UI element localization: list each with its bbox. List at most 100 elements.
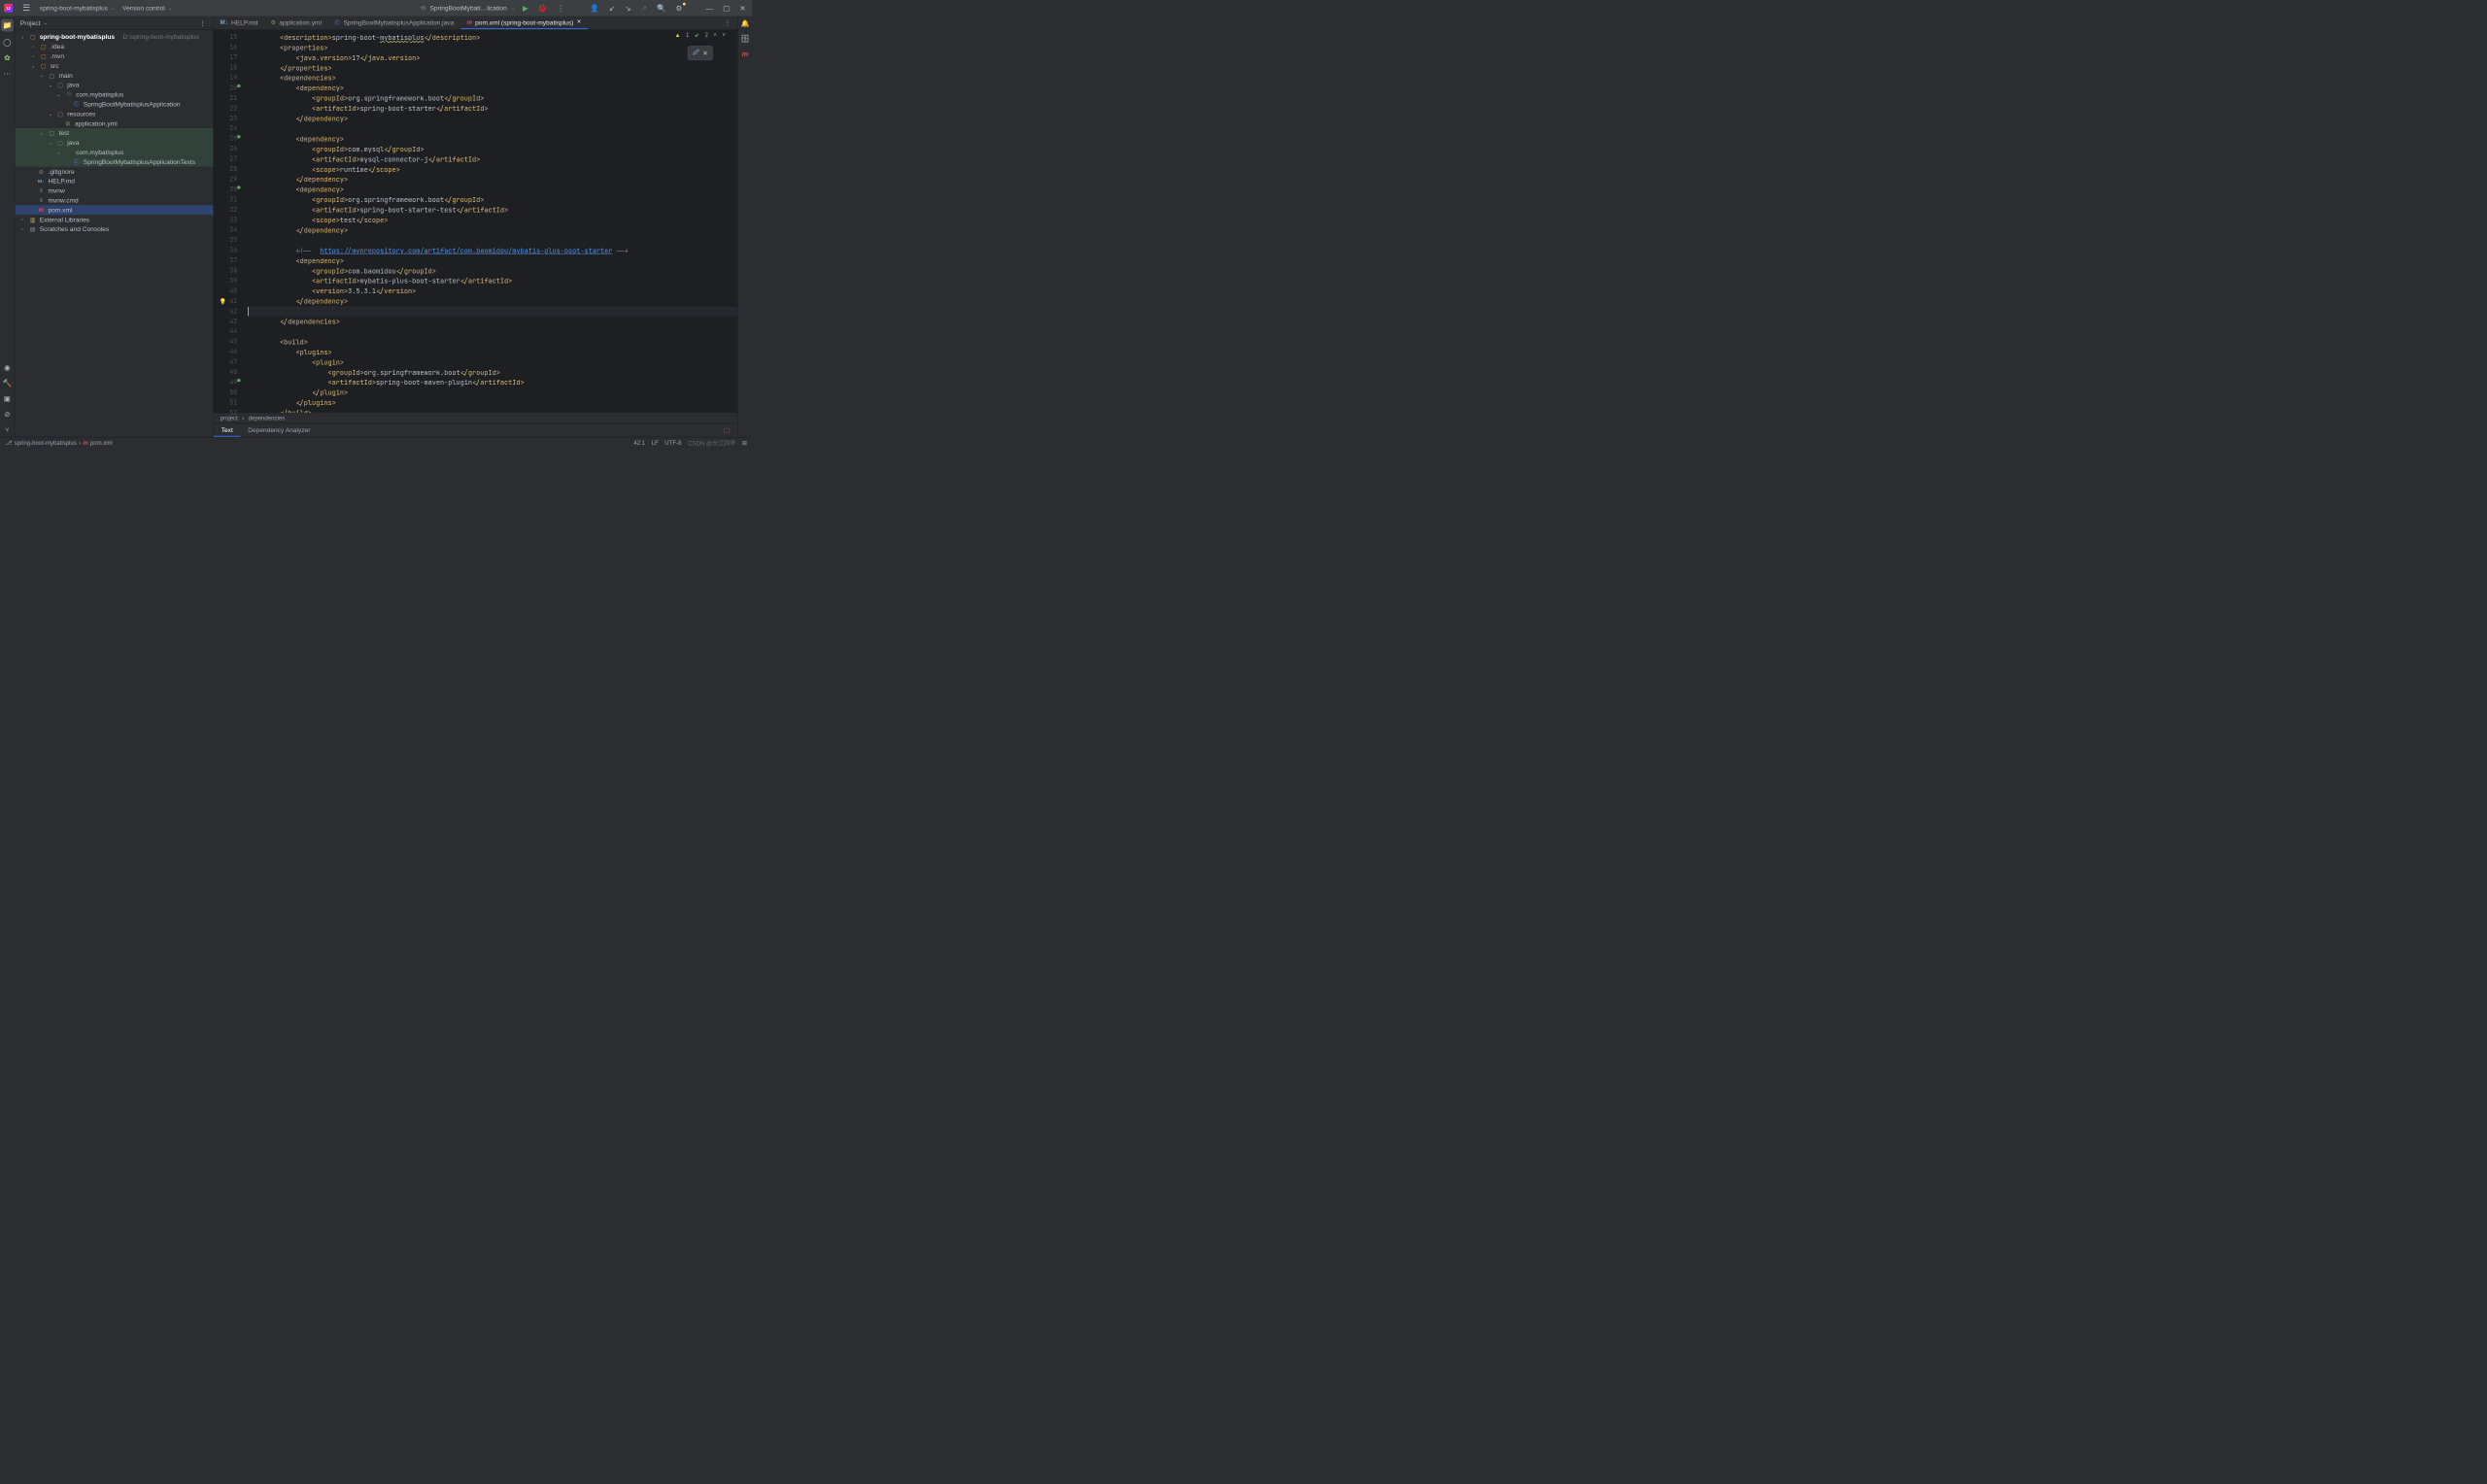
- library-icon: ▥: [29, 216, 37, 222]
- code-content[interactable]: <description>spring-boot-mybatisplus</de…: [243, 30, 737, 413]
- status-bar: ⎇spring-boot-mybatisplus › m pom.xml 42:…: [0, 437, 752, 449]
- notifications-button[interactable]: 🔔: [741, 19, 750, 28]
- close-tab-button[interactable]: ✕: [577, 19, 582, 25]
- chevron-down-icon[interactable]: ˅: [722, 32, 726, 39]
- terminal-tool-button[interactable]: ▣: [4, 394, 11, 403]
- highlight-popup[interactable]: 🖉 ✕: [688, 46, 713, 60]
- chevron-down-icon: ⌄: [168, 5, 172, 11]
- highlight-icon: 🖉: [693, 48, 699, 59]
- tree-scratches[interactable]: ›▤Scratches and Consoles: [15, 224, 213, 234]
- tree-class-app[interactable]: ⒸSpringBootMybatisplusApplication: [15, 99, 213, 109]
- chevron-down-icon: ⌄: [44, 19, 48, 25]
- database-tool-button[interactable]: 🗄: [740, 34, 749, 43]
- maven-icon: m: [83, 440, 87, 447]
- class-icon: Ⓒ: [334, 17, 340, 26]
- tree-folder-main[interactable]: ⌄▢main: [15, 71, 213, 81]
- tree-root[interactable]: ⌄▢spring-boot-mybatisplus D:\spring-boot…: [15, 32, 213, 42]
- spring-tool-button[interactable]: ✿: [4, 53, 10, 62]
- maximize-button[interactable]: ▢: [721, 4, 732, 13]
- folder-icon: ▢: [49, 129, 56, 136]
- tree-folder-test[interactable]: ⌄▢test: [15, 128, 213, 138]
- close-window-button[interactable]: ✕: [737, 4, 748, 13]
- line-separator[interactable]: LF: [652, 440, 659, 447]
- tree-folder-java[interactable]: ⌄▢java: [15, 81, 213, 90]
- left-tool-strip: 📁 ◯ ✿ ⋯ ◉ 🔨 ▣ ⊘ ⑂: [0, 17, 15, 437]
- update-vcs-icon[interactable]: ↙: [607, 4, 618, 13]
- problems-tool-button[interactable]: ⊘: [4, 410, 10, 419]
- file-icon: ≡: [38, 197, 46, 204]
- more-actions-button[interactable]: ⋮: [555, 4, 566, 13]
- tree-folder-idea[interactable]: ›▢.idea: [15, 42, 213, 51]
- tree-folder-src[interactable]: ⌄▢src: [15, 61, 213, 71]
- build-tool-button[interactable]: 🔨: [3, 379, 13, 388]
- file-icon: ≡: [38, 187, 46, 194]
- tree-file-mvnw-cmd[interactable]: ≡mvnw.cmd: [15, 195, 213, 205]
- caret-position[interactable]: 42:1: [633, 440, 645, 447]
- app-logo-icon: IJ: [4, 4, 13, 13]
- md-icon: M↓: [38, 179, 46, 185]
- search-everywhere-button[interactable]: 🔍: [655, 4, 668, 13]
- project-tool-button[interactable]: 📁: [1, 19, 14, 32]
- file-encoding[interactable]: UTF-8: [664, 440, 681, 447]
- structure-tool-button[interactable]: ⋯: [4, 69, 12, 78]
- tree-file-pom[interactable]: mpom.xml: [15, 205, 213, 215]
- minimize-button[interactable]: —: [703, 4, 715, 13]
- chevron-up-icon[interactable]: ˄: [713, 32, 717, 39]
- vcs-crumb[interactable]: Version control ⌄: [122, 4, 172, 12]
- debug-button[interactable]: 🐞: [536, 4, 550, 13]
- folder-icon: ▢: [40, 52, 48, 59]
- git-tool-button[interactable]: ⑂: [5, 425, 10, 434]
- close-icon[interactable]: ✕: [702, 50, 708, 57]
- watermark: CSDN @长江同学: [688, 439, 735, 448]
- code-editor[interactable]: ▲1 ✔2 ˄ ˅ 🖉 ✕ 15161718192021222324252627…: [214, 30, 737, 413]
- services-tool-button[interactable]: ◉: [4, 363, 11, 372]
- project-more-button[interactable]: ⋮: [197, 19, 208, 27]
- gutter[interactable]: 1516171819202122232425262728293031323334…: [214, 30, 243, 413]
- project-tree[interactable]: ⌄▢spring-boot-mybatisplus D:\spring-boot…: [15, 30, 213, 437]
- tab-yml[interactable]: ⚙application.yml: [264, 17, 328, 30]
- maven-tool-icon[interactable]: ⬚: [716, 423, 737, 437]
- push-vcs-icon[interactable]: ↗: [638, 4, 649, 13]
- tree-package-test[interactable]: ⌄com.mybatisplus: [15, 148, 213, 157]
- typo-icon: ✔: [695, 32, 699, 39]
- tab-pom[interactable]: mpom.xml (spring-boot-mybatisplus)✕: [460, 17, 588, 30]
- maven-icon: m: [466, 19, 471, 26]
- run-config-selector[interactable]: ⟲ SpringBootMybati…lication ⌄: [421, 4, 516, 12]
- tree-external-libs[interactable]: ›▥External Libraries: [15, 215, 213, 224]
- tab-help[interactable]: M↓HELP.md: [214, 17, 264, 30]
- test-folder-icon: ▢: [56, 139, 64, 146]
- md-icon: M↓: [221, 19, 228, 26]
- code-with-me-icon[interactable]: 👤: [588, 4, 601, 13]
- indent-widget[interactable]: ⊞: [742, 440, 747, 447]
- breadcrumb-bar[interactable]: project›dependencies: [214, 413, 737, 423]
- tab-app[interactable]: ⒸSpringBootMybatisplusApplication.java: [328, 17, 460, 30]
- git-branch-widget[interactable]: ⎇spring-boot-mybatisplus › m pom.xml: [6, 440, 113, 447]
- yml-icon: ⚙: [64, 119, 72, 126]
- tab-overflow-button[interactable]: ⋮: [718, 17, 737, 30]
- tree-package[interactable]: ⌄com.mybatisplus: [15, 89, 213, 99]
- dep-tab-analyzer[interactable]: Dependency Analyzer: [241, 423, 319, 437]
- tree-file-mvnw[interactable]: ≡mvnw: [15, 186, 213, 195]
- commit-vcs-icon[interactable]: ↘: [623, 4, 633, 13]
- tree-folder-java-test[interactable]: ⌄▢java: [15, 138, 213, 148]
- package-icon: [65, 149, 73, 155]
- breadcrumb-item[interactable]: dependencies: [249, 415, 286, 422]
- inspection-widget[interactable]: ▲1 ✔2 ˄ ˅: [675, 32, 726, 39]
- tree-folder-mvn[interactable]: ›▢.mvn: [15, 51, 213, 61]
- chevron-down-icon: ⌄: [111, 5, 115, 11]
- commit-tool-button[interactable]: ◯: [3, 38, 12, 47]
- project-view-header[interactable]: Project ⌄ ⋮: [15, 17, 213, 30]
- run-button[interactable]: ▶: [521, 4, 530, 13]
- tree-folder-resources[interactable]: ⌄▢resources: [15, 109, 213, 118]
- title-bar: IJ ☰ spring-boot-mybatisplus ⌄ Version c…: [0, 0, 752, 17]
- tree-file-gitignore[interactable]: ⊘.gitignore: [15, 167, 213, 177]
- main-menu-button[interactable]: ☰: [20, 3, 32, 14]
- maven-tool-button[interactable]: m: [742, 50, 749, 58]
- tree-file-yml[interactable]: ⚙application.yml: [15, 118, 213, 128]
- tree-file-help[interactable]: M↓HELP.md: [15, 177, 213, 186]
- dep-tab-text[interactable]: Text: [214, 423, 241, 437]
- settings-button[interactable]: ⚙: [673, 4, 684, 13]
- tree-class-test[interactable]: ⒸSpringBootMybatisplusApplicationTests: [15, 157, 213, 167]
- file-icon: ⊘: [38, 168, 46, 175]
- project-crumb[interactable]: spring-boot-mybatisplus ⌄: [40, 4, 116, 12]
